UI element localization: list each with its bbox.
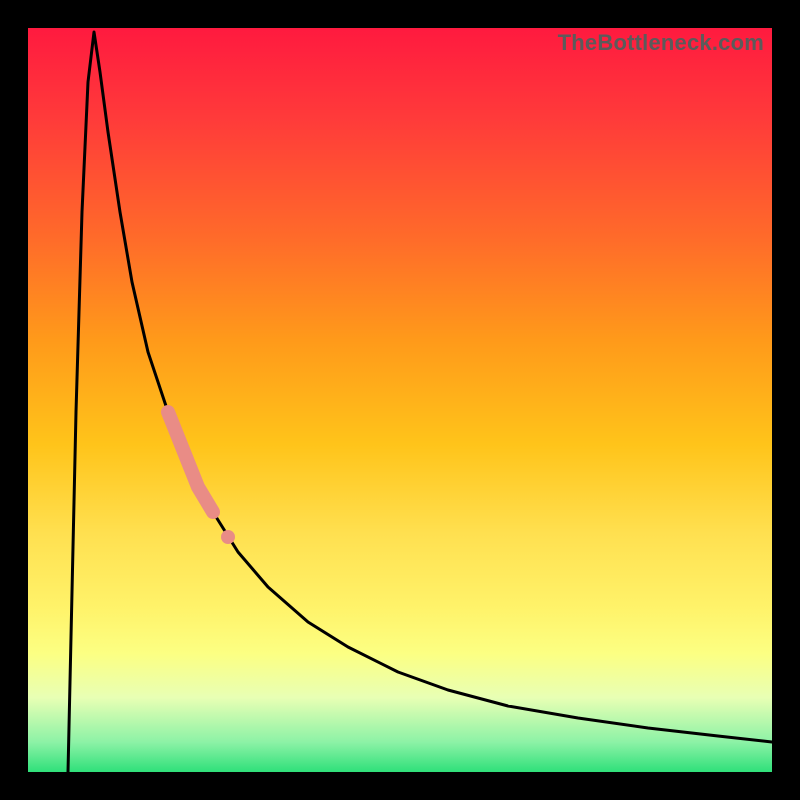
chart-container: TheBottleneck.com (0, 0, 800, 800)
watermark-label: TheBottleneck.com (558, 30, 764, 56)
bottleneck-curve-path (68, 32, 772, 772)
highlight-segment-path (168, 412, 213, 512)
plot-area: TheBottleneck.com (28, 28, 772, 772)
curve-svg (28, 28, 772, 772)
highlight-gap-dot (221, 530, 235, 544)
